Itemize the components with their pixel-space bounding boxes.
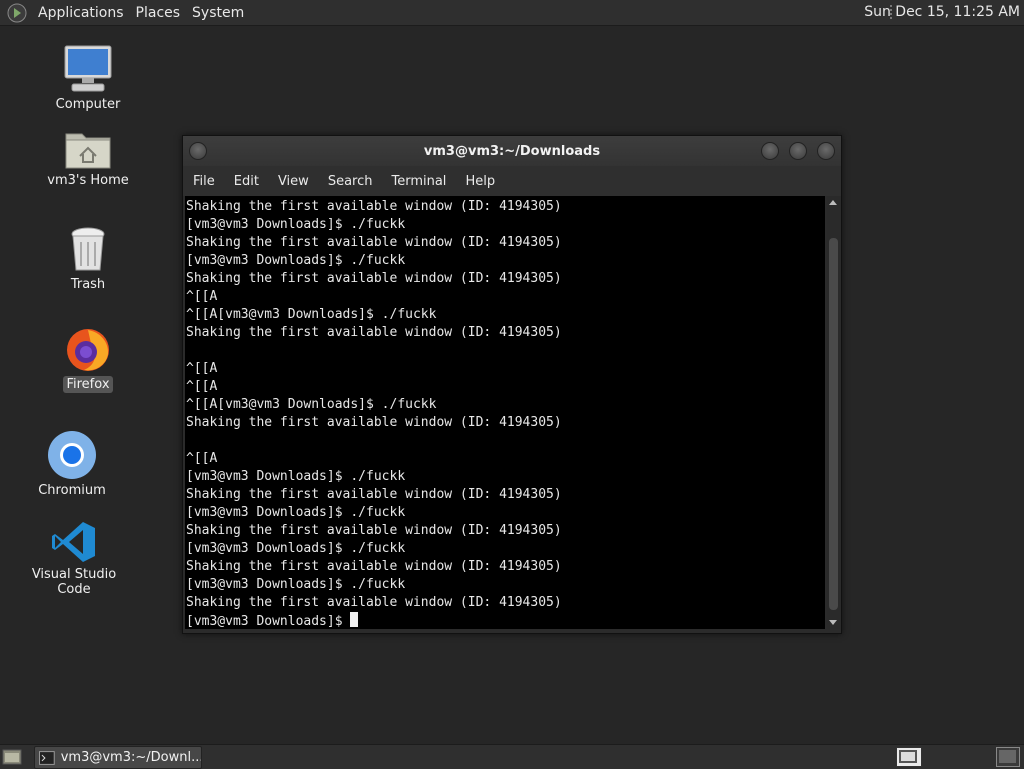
desktop-icon-firefox[interactable]: Firefox	[33, 326, 143, 393]
window-menu-button[interactable]	[189, 142, 207, 160]
terminal-output[interactable]: Shaking the first available window (ID: …	[185, 196, 825, 629]
terminal-line: Shaking the first available window (ID: …	[186, 595, 562, 610]
system-menu[interactable]: System	[186, 5, 250, 21]
terminal-line: [vm3@vm3 Downloads]$ ./fuckk	[186, 541, 406, 556]
terminal-line: ^[[A[vm3@vm3 Downloads]$ ./fuckk	[186, 397, 437, 412]
close-button[interactable]	[817, 142, 835, 160]
terminal-line: [vm3@vm3 Downloads]$ ./fuckk	[186, 253, 406, 268]
terminal-line: Shaking the first available window (ID: …	[186, 199, 562, 214]
desktop-icon-chromium[interactable]: Chromium	[17, 430, 127, 499]
terminal-line: Shaking the first available window (ID: …	[186, 523, 562, 538]
menu-edit[interactable]: Edit	[224, 174, 268, 189]
menu-search[interactable]: Search	[318, 174, 382, 189]
workspace-1-icon[interactable]	[896, 747, 922, 767]
desktop-icon-label: Firefox	[63, 376, 113, 393]
scroll-up-arrow-icon[interactable]	[829, 200, 837, 205]
chromium-icon	[48, 431, 96, 479]
terminal-window[interactable]: vm3@vm3:~/Downloads File Edit View Searc…	[182, 135, 842, 634]
window-title: vm3@vm3:~/Downloads	[423, 143, 601, 159]
desktop-icon-label: Trash	[70, 277, 106, 292]
home-folder-icon	[65, 133, 111, 169]
window-titlebar[interactable]: vm3@vm3:~/Downloads	[183, 136, 841, 166]
show-desktop-icon[interactable]	[2, 747, 22, 766]
terminal-line: [vm3@vm3 Downloads]$ ./fuckk	[186, 505, 406, 520]
terminal-line: Shaking the first available window (ID: …	[186, 271, 562, 286]
terminal-menubar: File Edit View Search Terminal Help	[183, 166, 841, 196]
desktop-icon-home[interactable]: vm3's Home	[33, 128, 143, 189]
terminal-cursor	[350, 612, 359, 627]
desktop-icon-trash[interactable]: Trash	[33, 226, 143, 293]
terminal-icon	[39, 750, 55, 765]
gnome-foot-icon[interactable]	[6, 2, 28, 24]
terminal-line: Shaking the first available window (ID: …	[186, 235, 562, 250]
taskbar-button-label: vm3@vm3:~/Downl...	[60, 750, 201, 765]
terminal-line: [vm3@vm3 Downloads]$ ./fuckk	[186, 577, 406, 592]
desktop-icon-label: Computer	[55, 97, 121, 112]
terminal-text: Shaking the first available window (ID: …	[185, 196, 825, 629]
terminal-line: Shaking the first available window (ID: …	[186, 325, 562, 340]
terminal-line: [vm3@vm3 Downloads]$ ./fuckk	[186, 469, 406, 484]
terminal-scrollbar[interactable]	[827, 196, 840, 629]
places-menu[interactable]: Places	[130, 5, 187, 21]
terminal-line: ^[[A	[186, 361, 218, 376]
menu-help[interactable]: Help	[455, 174, 504, 189]
terminal-prompt: [vm3@vm3 Downloads]$	[186, 614, 351, 629]
desktop-icon-label: Chromium	[38, 483, 106, 498]
scroll-thumb[interactable]	[829, 238, 838, 610]
workspace-2-icon[interactable]	[996, 747, 1020, 767]
terminal-line: ^[[A	[186, 379, 218, 394]
terminal-line: Shaking the first available window (ID: …	[186, 559, 562, 574]
applications-menu[interactable]: Applications	[32, 5, 130, 21]
terminal-line: ^[[A	[186, 451, 218, 466]
desktop-icon-vscode[interactable]: Visual Studio Code	[12, 520, 136, 598]
terminal-line: [vm3@vm3 Downloads]$ ./fuckk	[186, 217, 406, 232]
terminal-line: ^[[A	[186, 289, 218, 304]
maximize-button[interactable]	[789, 142, 807, 160]
top-panel: Applications Places System Sun Dec 15, 1…	[0, 0, 1024, 26]
desktop-icon-label: vm3's Home	[47, 173, 129, 188]
menu-file[interactable]: File	[183, 174, 224, 189]
bottom-panel: vm3@vm3:~/Downl...	[0, 744, 1024, 769]
clock[interactable]: Sun Dec 15, 11:25 AM	[864, 4, 1020, 20]
firefox-icon	[67, 329, 109, 371]
menu-terminal[interactable]: Terminal	[381, 174, 455, 189]
computer-icon	[64, 45, 112, 92]
minimize-button[interactable]	[761, 142, 779, 160]
terminal-line: Shaking the first available window (ID: …	[186, 487, 562, 502]
terminal-line: Shaking the first available window (ID: …	[186, 415, 562, 430]
taskbar-button-terminal[interactable]: vm3@vm3:~/Downl...	[34, 746, 202, 769]
terminal-line: ^[[A[vm3@vm3 Downloads]$ ./fuckk	[186, 307, 437, 322]
trash-icon	[71, 227, 105, 271]
menu-view[interactable]: View	[268, 174, 318, 189]
desktop-icon-computer[interactable]: Computer	[33, 44, 143, 113]
scroll-down-arrow-icon[interactable]	[829, 620, 837, 625]
vscode-icon	[52, 522, 95, 562]
desktop-icon-label: Visual Studio Code	[31, 567, 117, 597]
